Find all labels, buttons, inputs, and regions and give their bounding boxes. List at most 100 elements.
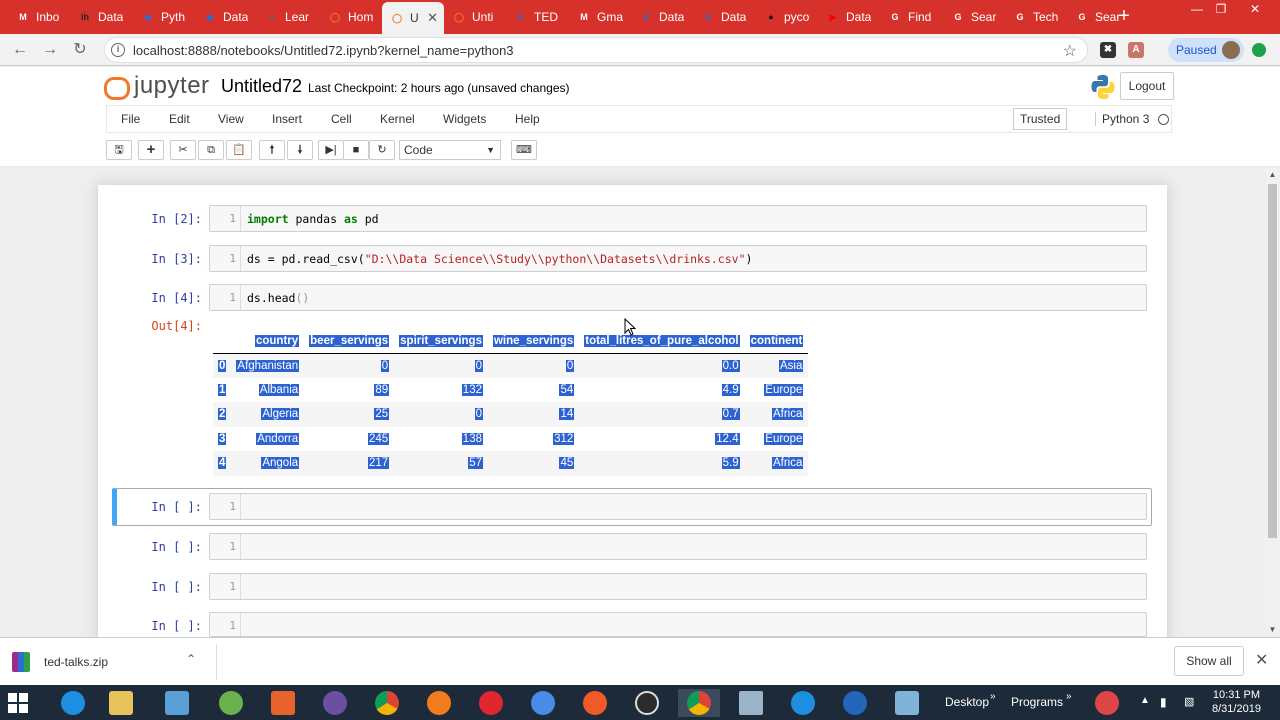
paste-icon[interactable]: 📋 (226, 140, 252, 160)
office-icon[interactable] (262, 689, 304, 717)
browser-tab[interactable]: G Sear (943, 4, 1001, 30)
notebook-title[interactable]: Untitled72 (221, 76, 302, 97)
code-cell-input[interactable]: 1 (209, 533, 1147, 560)
reload-icon[interactable]: ↻ (70, 40, 90, 60)
menu-file[interactable]: File (121, 112, 140, 126)
code-line[interactable]: ds.head() (247, 291, 309, 305)
cell-type-select[interactable]: Code ▼ (399, 140, 501, 160)
browser-tab[interactable]: M Gma (569, 4, 627, 30)
code-cell-input[interactable]: 1 import pandas as pd (209, 205, 1147, 232)
battery-icon[interactable]: ▮ (1160, 695, 1167, 709)
download-item[interactable]: ted-talks.zip (12, 650, 108, 674)
copy-icon[interactable]: ⧉ (198, 140, 224, 160)
code-line[interactable]: import pandas as pd (247, 212, 379, 226)
browser-tab[interactable]: ▶ Data (818, 4, 876, 30)
programs-toolbar[interactable]: Programs (1011, 695, 1063, 709)
scroll-down-icon[interactable]: ▼ (1265, 625, 1280, 634)
browser-tab[interactable]: ◯ U ✕ (382, 2, 444, 34)
firefox-dev-icon[interactable] (574, 689, 616, 717)
extension-pdf-icon[interactable]: A (1128, 42, 1144, 58)
code-cell-input[interactable]: 1 (209, 493, 1147, 520)
browser-tab[interactable]: ● Lear (257, 4, 315, 30)
browser-tab[interactable]: ih Data (70, 4, 128, 30)
internet-explorer-icon[interactable] (52, 689, 94, 717)
chromium-icon[interactable] (522, 689, 564, 717)
keyboard-icon[interactable]: ⌨ (511, 140, 537, 160)
code-cell-input[interactable]: 1 ds.head() (209, 284, 1147, 311)
url-text[interactable]: localhost:8888/notebooks/Untitled72.ipyn… (133, 43, 514, 58)
move-up-icon[interactable]: 🠕 (259, 140, 285, 160)
back-arrow-icon[interactable]: ← (10, 40, 30, 60)
vertical-scrollbar[interactable]: ▲ ▼ (1265, 168, 1280, 636)
menu-view[interactable]: View (218, 112, 244, 126)
browser-tab[interactable]: G Tech (1005, 4, 1063, 30)
save-icon[interactable]: 🖫 (106, 140, 132, 160)
insert-cell-button[interactable]: + (138, 140, 164, 160)
interrupt-icon[interactable]: ■ (343, 140, 369, 160)
chrome-icon[interactable] (366, 689, 408, 717)
code-cell-input[interactable]: 1 (209, 612, 1147, 637)
menu-help[interactable]: Help (515, 112, 540, 126)
chrome-active-icon[interactable] (678, 689, 720, 717)
menu-edit[interactable]: Edit (169, 112, 190, 126)
restart-icon[interactable]: ↻ (369, 140, 395, 160)
browser-tab[interactable]: ◆ Data (195, 4, 253, 30)
browser-tab[interactable]: ◯ Unti (444, 4, 502, 30)
code-cell-input[interactable]: 1 (209, 573, 1147, 600)
move-down-icon[interactable]: 🠗 (287, 140, 313, 160)
browser-tab[interactable]: ● pyco (756, 4, 814, 30)
notepad-icon[interactable] (886, 689, 928, 717)
cut-icon[interactable]: ✂ (170, 140, 196, 160)
profile-paused-button[interactable]: Paused (1168, 38, 1244, 62)
trusted-indicator[interactable]: Trusted (1013, 108, 1068, 130)
browser-tab[interactable]: d Data (631, 4, 689, 30)
chevron-icon[interactable]: » (1066, 691, 1072, 702)
show-all-button[interactable]: Show all (1174, 646, 1244, 676)
site-info-icon[interactable]: i (111, 43, 125, 57)
close-tab-icon[interactable]: ✕ (427, 10, 438, 26)
address-bar[interactable]: i localhost:8888/notebooks/Untitled72.ip… (104, 37, 1088, 63)
browser-tab[interactable]: G Sear (1067, 4, 1125, 30)
logout-button[interactable]: Logout (1120, 72, 1174, 100)
menu-cell[interactable]: Cell (331, 112, 352, 126)
menu-insert[interactable]: Insert (272, 112, 302, 126)
jupyter-logo[interactable]: jupyter (104, 72, 210, 100)
run-icon[interactable]: ▶| (318, 140, 344, 160)
maximize-window-button[interactable]: ❐ (1206, 0, 1236, 20)
android-studio-icon[interactable] (210, 689, 252, 717)
browser-tab[interactable]: ◆ Pyth (133, 4, 191, 30)
opera-icon[interactable] (470, 689, 512, 717)
browser-tab[interactable]: M Inbo (8, 4, 66, 30)
desktop-toolbar[interactable]: Desktop (945, 695, 989, 709)
bookmark-star-icon[interactable]: ☆ (1063, 41, 1077, 61)
file-explorer-icon[interactable] (100, 689, 142, 717)
chevron-icon[interactable]: » (990, 691, 996, 702)
app-tray-icon[interactable] (1086, 689, 1128, 717)
obs-icon[interactable] (626, 689, 668, 717)
windows-start-icon[interactable] (8, 693, 28, 713)
network-icon[interactable]: ▧ (1184, 695, 1194, 708)
internet-explorer-icon[interactable] (782, 689, 824, 717)
close-window-button[interactable]: ✕ (1240, 0, 1270, 20)
chevron-up-icon[interactable]: ⌃ (186, 652, 196, 666)
eclipse-icon[interactable] (314, 689, 356, 717)
code-cell-input[interactable]: 1 ds = pd.read_csv("D:\\Data Science\\St… (209, 245, 1147, 272)
firefox-icon[interactable] (418, 689, 460, 717)
browser-tab[interactable]: G Find (880, 4, 938, 30)
lenovo-app-icon[interactable] (156, 689, 198, 717)
r-language-icon[interactable] (834, 689, 876, 717)
menu-kernel[interactable]: Kernel (380, 112, 415, 126)
show-hidden-icons-icon[interactable]: ▲ (1140, 695, 1150, 706)
browser-menu-icon[interactable] (1252, 43, 1266, 57)
browser-tab[interactable]: d Data (693, 4, 751, 30)
system-clock[interactable]: 10:31 PM 8/31/2019 (1212, 688, 1261, 716)
browser-tab[interactable]: ◯ Hom (320, 4, 378, 30)
code-line[interactable]: ds = pd.read_csv("D:\\Data Science\\Stud… (247, 252, 752, 266)
menu-widgets[interactable]: Widgets (443, 112, 486, 126)
forward-arrow-icon[interactable]: → (40, 40, 60, 60)
scrollbar-thumb[interactable] (1268, 184, 1277, 538)
window-app-icon[interactable] (730, 689, 772, 717)
close-icon[interactable]: ✕ (1255, 650, 1268, 670)
browser-tab[interactable]: k TED (506, 4, 564, 30)
scroll-up-icon[interactable]: ▲ (1265, 170, 1280, 179)
